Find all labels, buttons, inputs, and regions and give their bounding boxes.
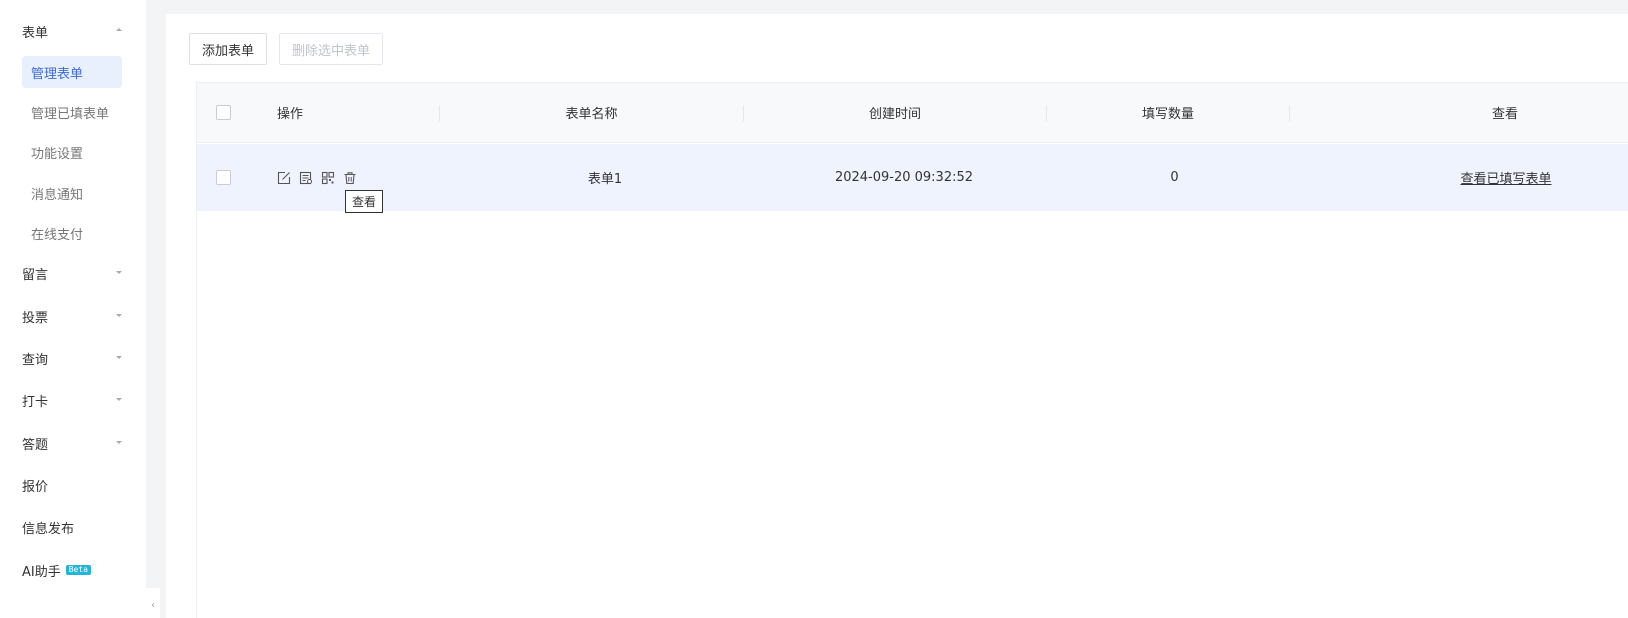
view-document-icon[interactable]	[298, 170, 314, 186]
table-row: 查看 表单1 2024-09-20 09:32:52 0 查看已填写表单	[197, 144, 1628, 213]
select-all-checkbox[interactable]	[216, 105, 231, 120]
row-fill-count: 0	[1170, 170, 1179, 185]
row-select-cell	[216, 144, 231, 211]
forms-table: 操作 表单名称 创建时间 填写数量 查看 查看 表单1 2024-09-20 0…	[196, 82, 1628, 618]
sidebar-group-label: 表单	[22, 25, 49, 41]
add-form-button[interactable]: 添加表单	[189, 33, 268, 65]
chevron-down-icon	[116, 356, 122, 359]
beta-badge: Beta	[65, 565, 91, 575]
sidebar-item-notifications[interactable]: 消息通知	[22, 177, 122, 209]
select-all-cell	[216, 83, 231, 142]
sidebar: 表单 管理表单 管理已填表单 功能设置 消息通知 在线支付 留言 投票 查询 打…	[0, 0, 146, 618]
sidebar-group-ai[interactable]: AI助手 Beta	[22, 555, 122, 585]
sidebar-group-quiz[interactable]: 答题	[22, 428, 122, 458]
header-fill-count: 填写数量	[1141, 107, 1194, 122]
header-created-time: 创建时间	[868, 107, 921, 122]
table-header: 操作 表单名称 创建时间 填写数量 查看	[197, 83, 1628, 143]
sidebar-group-label: 信息发布	[22, 521, 75, 537]
chevron-up-icon	[116, 28, 122, 31]
view-filled-link[interactable]: 查看已填写表单	[1460, 168, 1551, 187]
sidebar-item-settings[interactable]: 功能设置	[22, 136, 122, 168]
sidebar-group-label: 报价	[22, 479, 49, 495]
sidebar-group-message[interactable]: 留言	[22, 258, 122, 288]
sidebar-group-vote[interactable]: 投票	[22, 301, 122, 331]
edit-icon[interactable]	[276, 170, 292, 186]
main-panel: 添加表单 删除选中表单 操作 表单名称 创建时间 填写数量 查看 查看 表单1 …	[166, 14, 1628, 618]
sidebar-group-label: 查询	[22, 352, 49, 368]
sidebar-group-quote[interactable]: 报价	[22, 470, 122, 500]
sidebar-group-label: 留言	[22, 267, 49, 283]
chevron-down-icon	[116, 271, 122, 274]
chevron-left-icon: ‹	[151, 600, 155, 611]
header-actions: 操作	[277, 107, 304, 122]
sidebar-item-manage-forms[interactable]: 管理表单	[22, 56, 122, 88]
row-checkbox[interactable]	[216, 170, 231, 185]
trash-icon[interactable]	[342, 170, 358, 186]
chevron-down-icon	[116, 314, 122, 317]
header-view: 查看	[1491, 107, 1518, 122]
sidebar-group-publish[interactable]: 信息发布	[22, 512, 122, 542]
sidebar-item-manage-filled[interactable]: 管理已填表单	[22, 96, 122, 128]
row-created-time: 2024-09-20 09:32:52	[834, 170, 974, 185]
sidebar-group-label: AI助手	[22, 564, 61, 580]
sidebar-group-label: 答题	[22, 437, 49, 453]
sidebar-group-label: 投票	[22, 310, 49, 326]
delete-selected-button[interactable]: 删除选中表单	[279, 33, 384, 65]
sidebar-group-checkin[interactable]: 打卡	[22, 385, 122, 415]
row-form-name: 表单1	[587, 172, 623, 187]
chevron-down-icon	[116, 441, 122, 444]
tooltip: 查看	[345, 190, 384, 213]
chevron-down-icon	[116, 398, 122, 401]
sidebar-group-label: 打卡	[22, 394, 49, 410]
sidebar-group-query[interactable]: 查询	[22, 343, 122, 373]
sidebar-collapse-handle[interactable]: ‹	[146, 588, 160, 618]
qrcode-icon[interactable]	[320, 170, 336, 186]
sidebar-group-form[interactable]: 表单	[22, 16, 122, 46]
row-view-cell: 查看已填写表单	[1290, 144, 1628, 211]
header-form-name: 表单名称	[565, 107, 618, 122]
sidebar-item-payment[interactable]: 在线支付	[22, 217, 122, 249]
